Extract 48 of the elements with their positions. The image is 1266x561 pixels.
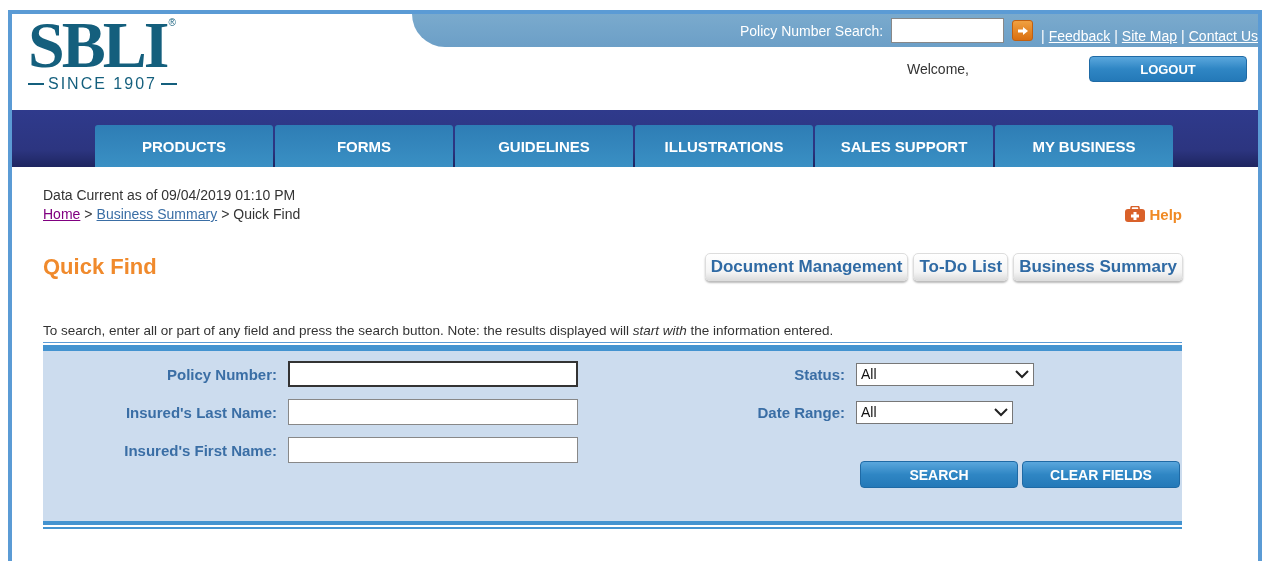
breadcrumb-link[interactable]: Business Summary xyxy=(96,206,218,222)
instructions-text: To search, enter all or part of any field and press the search button. Note: the results displayed will start with the information entered. xyxy=(43,323,835,338)
registered-mark: ® xyxy=(168,17,176,28)
dropdown[interactable]: All xyxy=(856,362,1034,386)
nav-tab[interactable]: SALES SUPPORT xyxy=(815,125,993,167)
logout-button[interactable]: LOGOUT xyxy=(1089,56,1247,82)
logo-tagline: SINCE 1907 xyxy=(48,75,157,93)
breadcrumb-separator: > xyxy=(84,206,93,222)
form-button[interactable]: SEARCH xyxy=(860,461,1018,488)
nav-tab[interactable]: MY BUSINESS xyxy=(995,125,1173,167)
data-current-text: Data Current as of 09/04/2019 01:10 PM xyxy=(43,187,297,203)
link-separator: | xyxy=(1041,27,1045,44)
page-title: Quick Find xyxy=(43,254,157,280)
breadcrumb-current: Quick Find xyxy=(233,206,301,222)
chevron-down-icon xyxy=(1015,369,1029,379)
page-button[interactable]: Business Summary xyxy=(1013,253,1183,281)
input-field[interactable] xyxy=(288,361,578,387)
logo-text: SBLI xyxy=(28,17,167,73)
first-aid-kit-icon xyxy=(1125,206,1146,222)
search-label: Policy Number Search: xyxy=(739,22,884,39)
field-label: Status: xyxy=(793,365,845,383)
field-label: Policy Number: xyxy=(165,365,277,383)
field-label: Insured's First Name: xyxy=(123,441,277,459)
page-button[interactable]: Document Management xyxy=(704,253,909,281)
breadcrumb-link[interactable]: Home xyxy=(43,206,81,222)
header-link[interactable]: Feedback xyxy=(1048,27,1111,44)
link-separator: | xyxy=(1181,27,1185,44)
page-button[interactable]: To-Do List xyxy=(913,253,1009,281)
form-button[interactable]: CLEAR FIELDS xyxy=(1022,461,1180,488)
nav-tab[interactable]: ILLUSTRATIONS xyxy=(635,125,813,167)
input-field[interactable] xyxy=(288,437,578,463)
arrow-icon xyxy=(1016,25,1029,36)
nav-tab[interactable]: GUIDELINES xyxy=(455,125,633,167)
field-label: Date Range: xyxy=(756,403,845,421)
nav-tab[interactable]: PRODUCTS xyxy=(95,125,273,167)
input-field[interactable] xyxy=(288,399,578,425)
field-label: Insured's Last Name: xyxy=(124,403,277,421)
dropdown[interactable]: All xyxy=(856,400,1013,424)
header-link[interactable]: Contact Us xyxy=(1188,27,1258,44)
policy-search-field[interactable] xyxy=(891,18,1005,43)
header-link[interactable]: Site Map xyxy=(1121,27,1178,44)
welcome-text: Welcome, xyxy=(907,61,969,77)
help-link[interactable]: Help xyxy=(1125,203,1182,225)
go-button[interactable] xyxy=(1012,20,1034,41)
chevron-down-icon xyxy=(994,407,1008,417)
link-separator: | xyxy=(1114,27,1118,44)
nav-tab[interactable]: FORMS xyxy=(275,125,453,167)
breadcrumb-separator: > xyxy=(221,206,230,222)
